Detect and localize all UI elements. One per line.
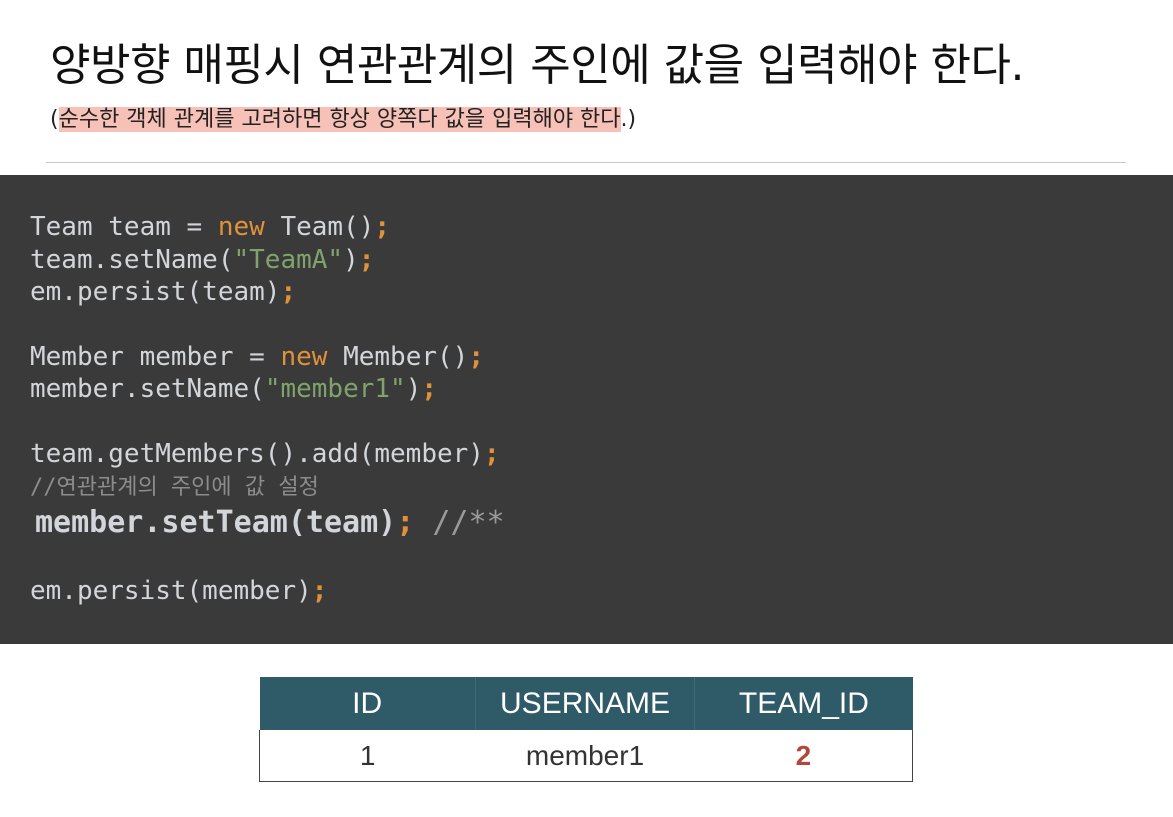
table-row: 1 member1 2 [259, 730, 913, 782]
code-text: team.getMembers().add(member) [30, 439, 484, 469]
code-text: team.setName( [30, 245, 234, 275]
code-line-highlight: member.setTeam(team); //** [35, 507, 505, 539]
code-semicolon: ; [374, 212, 391, 242]
code-text: ) [343, 245, 359, 275]
column-header-id: ID [259, 677, 476, 730]
code-text: member.setTeam(team) [35, 505, 397, 540]
code-string: "member1" [264, 374, 406, 404]
code-line-1: Team team = new Team(); [30, 211, 390, 243]
code-keyword: new [280, 342, 328, 372]
column-header-username: USERNAME [475, 677, 696, 730]
code-text: em.persist(member) [30, 576, 312, 606]
code-text: Member() [327, 342, 469, 372]
cell-team-id: 2 [694, 730, 913, 782]
code-semicolon: ; [468, 342, 484, 372]
code-text: Team() [264, 212, 375, 242]
code-line-3: em.persist(team); [30, 276, 296, 308]
subtitle-open-paren: ( [50, 107, 59, 132]
member-table: ID USERNAME TEAM_ID 1 member1 2 [259, 677, 913, 782]
code-text: member.setName( [30, 374, 265, 404]
code-inline-comment: //** [414, 505, 505, 540]
slide-title: 양방향 매핑시 연관관계의 주인에 값을 입력해야 한다. [50, 40, 1024, 91]
code-text: ) [405, 374, 422, 404]
code-comment: //연관관계의 주인에 값 설정 [30, 475, 319, 500]
column-header-team-id: TEAM_ID [694, 677, 913, 730]
table-header-row: ID USERNAME TEAM_ID [259, 677, 913, 730]
code-semicolon: ; [421, 374, 438, 404]
code-text: Team team = [30, 212, 218, 242]
code-semicolon: ; [483, 439, 500, 469]
cell-id: 1 [259, 730, 476, 782]
subtitle-close-paren: .) [620, 107, 637, 132]
code-string: "TeamA" [233, 245, 344, 275]
title-divider [46, 162, 1126, 163]
code-text: Member member = [30, 342, 281, 372]
code-line-6: team.getMembers().add(member); [30, 438, 500, 470]
code-keyword: new [217, 212, 265, 242]
slide-subtitle: (순수한 객체 관계를 고려하면 항상 양쪽다 값을 입력해야 한다.) [50, 104, 636, 136]
code-line-9: em.persist(member); [30, 575, 327, 607]
code-text: em.persist(team) [30, 277, 281, 307]
code-block: Team team = new Team(); team.setName("Te… [0, 175, 1173, 644]
code-line-2: team.setName("TeamA"); [30, 244, 374, 276]
subtitle-highlight: 순수한 객체 관계를 고려하면 항상 양쪽다 값을 입력해야 한다 [58, 107, 621, 132]
code-semicolon: ; [358, 245, 375, 275]
code-semicolon: ; [280, 277, 297, 307]
code-line-5: member.setName("member1"); [30, 373, 437, 405]
code-semicolon: ; [311, 576, 328, 606]
code-line-4: Member member = new Member(); [30, 341, 484, 373]
cell-username: member1 [475, 730, 695, 782]
code-semicolon: ; [396, 505, 415, 540]
